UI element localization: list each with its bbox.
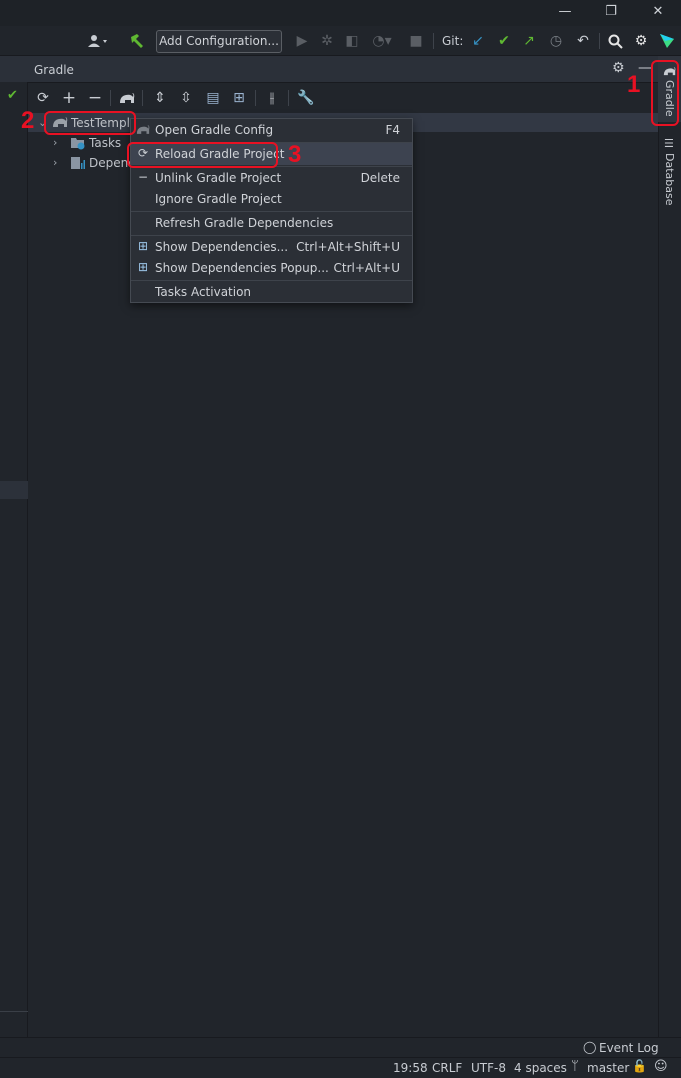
gradle-panel-title: Gradle [34, 63, 74, 77]
event-log-button[interactable]: Event Log [599, 1041, 659, 1055]
restore-button[interactable]: ❐ [603, 4, 619, 20]
stop-icon[interactable]: ■ [406, 31, 426, 51]
rollback-icon[interactable]: ↶ [573, 31, 593, 51]
collapse-all-icon[interactable]: ⇳ [176, 88, 196, 108]
menu-item-shortcut: Delete [360, 171, 400, 185]
git-push-icon[interactable]: ↗ [519, 31, 539, 51]
check-icon: ✔ [7, 88, 18, 103]
annotation-number-1: 1 [627, 71, 641, 98]
chevron-right-icon[interactable]: › [53, 136, 57, 149]
group-modules-icon[interactable]: ▤ [203, 88, 223, 108]
minus-icon: − [137, 170, 149, 184]
menu-item-label: Refresh Gradle Dependencies [155, 216, 334, 230]
git-label: Git: [442, 34, 464, 48]
indent-setting[interactable]: 4 spaces [514, 1061, 567, 1075]
user-icon[interactable] [86, 31, 112, 51]
search-icon[interactable] [605, 31, 625, 51]
menu-item-label: Tasks Activation [155, 285, 252, 299]
annotation-box-2 [44, 111, 136, 135]
toolbar-separator [288, 90, 289, 106]
add-configuration-button[interactable]: Add Configuration... [156, 30, 282, 53]
file-encoding[interactable]: UTF-8 [471, 1061, 506, 1075]
annotation-number-3: 3 [288, 141, 302, 168]
show-dependencies-icon[interactable]: ⊞ [229, 88, 249, 108]
menu-item-tasks-activation[interactable]: Tasks Activation [131, 281, 412, 303]
annotation-box-1 [651, 60, 679, 126]
menu-item-shortcut: Ctrl+Alt+Shift+U [296, 240, 400, 254]
menu-item-label: Unlink Gradle Project [155, 171, 282, 185]
annotation-number-2: 2 [21, 107, 35, 134]
annotation-box-3 [127, 142, 278, 168]
title-bar [0, 0, 681, 26]
gradle-elephant-icon[interactable] [117, 88, 137, 108]
expand-all-icon[interactable]: ⇕ [150, 88, 170, 108]
minimize-button[interactable]: — [557, 4, 573, 20]
tree-item-tasks[interactable]: Tasks [89, 136, 121, 150]
database-tab-label[interactable]: Database [663, 153, 676, 206]
toolbar-separator [142, 90, 143, 106]
toggle-offline-icon[interactable]: ⫲ [262, 88, 282, 108]
menu-item-label: Show Dependencies... [155, 240, 289, 254]
git-update-icon[interactable]: ↙ [468, 31, 488, 51]
line-separator[interactable]: CRLF [432, 1061, 462, 1075]
toolbar-separator [255, 90, 256, 106]
menu-item-show-dependencies-popup[interactable]: ⊞ Show Dependencies Popup... Ctrl+Alt+U [131, 257, 412, 279]
caret-time[interactable]: 19:58 [393, 1061, 428, 1075]
status-divider [0, 1057, 681, 1058]
gradle-config-icon [136, 122, 150, 136]
menu-item-label: Ignore Gradle Project [155, 192, 282, 206]
remove-icon[interactable]: − [85, 88, 105, 108]
add-icon[interactable]: + [59, 88, 79, 108]
menu-item-refresh-gradle-dependencies[interactable]: Refresh Gradle Dependencies [131, 212, 412, 234]
left-strip-selection [0, 481, 28, 499]
menu-item-open-gradle-config[interactable]: Open Gradle Config F4 [131, 119, 412, 141]
show-dependencies-icon: ⊞ [137, 239, 149, 253]
lock-icon[interactable]: 🔓 [632, 1059, 647, 1073]
branch-icon: ᛘ [571, 1059, 579, 1074]
left-tool-strip [0, 56, 28, 1066]
coverage-icon[interactable]: ◧ [342, 31, 362, 51]
left-strip-header [0, 56, 28, 82]
close-button[interactable]: ✕ [650, 4, 666, 20]
menu-item-shortcut: F4 [385, 123, 400, 137]
database-icon: ☰ [664, 137, 674, 150]
ide-logo-icon[interactable] [657, 31, 677, 51]
show-dependencies-popup-icon: ⊞ [137, 260, 149, 274]
event-log-icon: ◯ [583, 1040, 597, 1054]
menu-item-label: Show Dependencies Popup... [155, 261, 329, 275]
menu-item-ignore-gradle-project[interactable]: Ignore Gradle Project [131, 188, 412, 210]
profile-icon[interactable]: ◔▾ [367, 31, 397, 51]
git-commit-icon[interactable]: ✔ [494, 31, 514, 51]
panel-settings-icon[interactable]: ⚙ [612, 60, 625, 76]
reload-icon[interactable]: ⟳ [33, 88, 53, 108]
debug-icon[interactable]: ✲ [317, 31, 337, 51]
gradle-panel-header [28, 56, 658, 83]
dependencies-icon [70, 155, 86, 174]
menu-item-unlink-gradle-project[interactable]: − Unlink Gradle Project Delete [131, 167, 412, 189]
menu-item-show-dependencies[interactable]: ⊞ Show Dependencies... Ctrl+Alt+Shift+U [131, 236, 412, 258]
left-strip-divider [0, 1011, 28, 1012]
build-tool-settings-icon[interactable]: 🔧 [296, 88, 316, 108]
tasks-folder-icon [70, 135, 86, 154]
history-icon[interactable]: ◷ [546, 31, 566, 51]
inspection-icon[interactable]: ☺ [654, 1059, 668, 1074]
build-hammer-icon[interactable] [127, 31, 147, 51]
toolbar-separator [599, 33, 600, 49]
chevron-right-icon[interactable]: › [53, 156, 57, 169]
menu-item-label: Open Gradle Config [155, 123, 274, 137]
menu-item-shortcut: Ctrl+Alt+U [333, 261, 401, 275]
git-branch[interactable]: master [587, 1061, 629, 1075]
settings-icon[interactable]: ⚙ [631, 31, 651, 51]
run-icon[interactable]: ▶ [292, 31, 312, 51]
toolbar-separator [433, 33, 434, 49]
toolbar-separator [110, 90, 111, 106]
